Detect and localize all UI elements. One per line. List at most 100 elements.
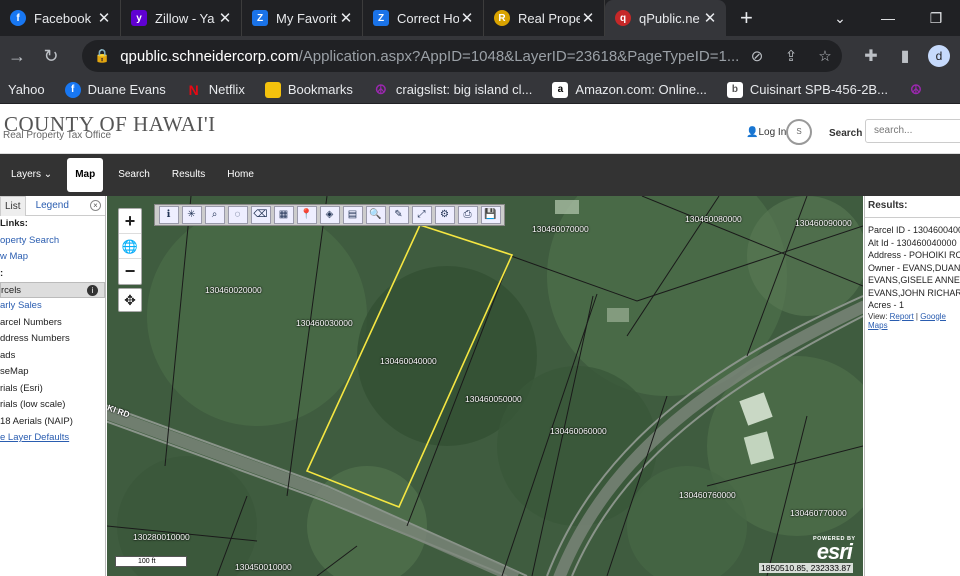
layers-icon[interactable]: ◈ — [319, 206, 340, 224]
bookmark-folder[interactable]: Bookmarks — [264, 81, 353, 98]
bookmark-amazon[interactable]: a Amazon.com: Online... — [552, 81, 707, 98]
map-view[interactable]: 130460020000 130460030000 130460040000 1… — [107, 196, 863, 576]
profile-avatar[interactable]: d — [928, 45, 950, 67]
pin-icon[interactable]: 📍 — [296, 206, 317, 224]
close-tab-icon[interactable]: ✕ — [217, 9, 233, 27]
extensions-icon[interactable]: ✚ — [854, 46, 888, 66]
close-tab-icon[interactable]: ✕ — [580, 9, 596, 27]
result-address: Address - POHOIKI ROA — [868, 250, 960, 260]
settings-icon[interactable]: ⚙ — [434, 206, 455, 224]
real-property-icon: R — [494, 10, 510, 26]
parcel-label: 130280010000 — [133, 532, 190, 542]
parcel-label: 130460050000 — [465, 394, 522, 404]
close-tab-icon[interactable]: ✕ — [338, 9, 354, 27]
bookmark-netflix[interactable]: N Netflix — [186, 82, 245, 98]
nav-home[interactable]: Home — [216, 154, 265, 196]
tab-title: Zillow - Ya — [155, 10, 215, 26]
select-icon[interactable]: ✳ — [181, 206, 202, 224]
tab-my-favorites[interactable]: Z My Favorit ✕ — [242, 0, 363, 36]
login-link[interactable]: 👤Log In — [746, 127, 786, 138]
layer-yearly-sales[interactable]: arly Sales — [0, 298, 105, 315]
grid-icon[interactable]: ▦ — [273, 206, 294, 224]
url-text[interactable]: qpublic.schneidercorp.com/Application.as… — [120, 48, 740, 65]
tab-list[interactable]: List — [0, 196, 26, 216]
buildings-icon[interactable]: ▤ — [342, 206, 363, 224]
globe-icon[interactable]: 🌐 — [119, 234, 141, 259]
nav-map[interactable]: Map — [67, 158, 104, 192]
tab-qpublic[interactable]: q qPublic.ne ✕ — [605, 0, 726, 36]
forward-icon[interactable]: → — [0, 46, 34, 67]
layer-parcel-numbers[interactable]: arcel Numbers — [0, 315, 105, 332]
layer-aerials-esri[interactable]: rials (Esri) — [0, 381, 105, 398]
tab-title: qPublic.ne — [639, 10, 700, 26]
nav-results[interactable]: Results — [161, 154, 216, 196]
map-toolbar: ℹ ✳ ⌕ ◌ ⌫ ▦ 📍 ◈ ▤ 🔍 ✎ ⤢ ⚙ ⎙ 💾 — [154, 204, 505, 226]
fullscreen-icon[interactable]: ⤢ — [411, 206, 432, 224]
amazon-icon: a — [552, 81, 569, 98]
window-controls: ⌄ — ❐ — [816, 0, 960, 36]
tab-real-property[interactable]: R Real Prope ✕ — [484, 0, 605, 36]
parcel-label: 130460060000 — [550, 426, 607, 436]
report-link[interactable]: Report — [890, 312, 914, 321]
close-panel-icon[interactable]: × — [90, 200, 101, 211]
bookmark-craigslist[interactable]: ☮ craigslist: big island cl... — [373, 82, 532, 98]
browser-tab-strip: f Facebook ✕ y Zillow - Ya ✕ Z My Favorit ✕ ZC… — [0, 0, 960, 36]
link-layer-defaults[interactable]: e Layer Defaults — [0, 430, 105, 447]
result-owner-2: EVANS,GISELE ANNETT — [868, 275, 960, 285]
zoom-in-button[interactable]: + — [119, 209, 141, 234]
bing-icon: b — [726, 81, 743, 98]
tab-title: Correct Ho — [397, 10, 459, 26]
pan-icon[interactable]: ✥ — [118, 288, 142, 312]
save-icon[interactable]: 💾 — [480, 206, 501, 224]
lasso-icon[interactable]: ◌ — [227, 206, 248, 224]
search-label: Search — [829, 128, 863, 139]
eraser-icon[interactable]: ⌫ — [250, 206, 271, 224]
eye-off-icon[interactable]: ⊘ — [740, 47, 774, 65]
tab-zillow[interactable]: y Zillow - Ya ✕ — [121, 0, 242, 36]
close-tab-icon[interactable]: ✕ — [459, 9, 475, 27]
print-icon[interactable]: ⎙ — [457, 206, 478, 224]
bookmark-yahoo[interactable]: Yahoo — [8, 82, 45, 97]
layer-parcels[interactable]: rcels i — [0, 282, 105, 298]
layer-basemap[interactable]: seMap — [0, 364, 105, 381]
tab-legend[interactable]: Legend — [26, 200, 79, 211]
search-input[interactable]: search... — [865, 119, 960, 143]
nav-layers[interactable]: Layers ⌄ — [0, 154, 63, 196]
tab-correct-ho[interactable]: Z Correct Ho ✕ — [363, 0, 484, 36]
parcel-label: 130460070000 — [532, 224, 589, 234]
restore-icon[interactable]: ❐ — [912, 10, 960, 27]
layer-roads[interactable]: ads — [0, 348, 105, 365]
bookmark-craigslist-2[interactable]: ☮ — [908, 82, 931, 98]
minimize-icon[interactable]: — — [864, 10, 912, 26]
close-tab-icon[interactable]: ✕ — [96, 9, 112, 27]
nav-search[interactable]: Search — [107, 154, 161, 196]
address-bar[interactable]: 🔒 qpublic.schneidercorp.com/Application.… — [82, 40, 842, 72]
reload-icon[interactable]: ↻ — [34, 46, 68, 67]
measure-icon[interactable]: ✎ — [388, 206, 409, 224]
parcel-label: 130460090000 — [795, 218, 852, 228]
zoom-box-icon[interactable]: ⌕ — [204, 206, 225, 224]
result-acres: Acres - 1 — [868, 300, 905, 310]
tab-search-icon[interactable]: ⌄ — [816, 10, 864, 27]
side-panel-icon[interactable]: ▮ — [888, 46, 922, 66]
new-tab-button[interactable]: + — [740, 0, 753, 36]
zoom-out-button[interactable]: − — [119, 259, 141, 284]
layer-address-numbers[interactable]: ddress Numbers — [0, 331, 105, 348]
chevron-down-icon: ⌄ — [43, 169, 53, 180]
link-property-search[interactable]: operty Search — [0, 233, 105, 250]
layer-aerials-naip[interactable]: 18 Aerials (NAIP) — [0, 414, 105, 431]
bookmark-cuisinart[interactable]: b Cuisinart SPB-456-2B... — [726, 81, 888, 98]
bookmark-duane-evans[interactable]: f Duane Evans — [64, 81, 166, 98]
share-icon[interactable]: ⇪ — [774, 47, 808, 65]
identify-icon[interactable]: ℹ — [158, 206, 179, 224]
layer-aerials-low-scale[interactable]: rials (low scale) — [0, 397, 105, 414]
tab-facebook[interactable]: f Facebook ✕ — [0, 0, 121, 36]
parcel-label: 130460030000 — [296, 318, 353, 328]
link-view-map[interactable]: w Map — [0, 249, 105, 266]
magnify-icon[interactable]: 🔍 — [365, 206, 386, 224]
star-icon[interactable]: ☆ — [808, 47, 842, 65]
close-tab-icon[interactable]: ✕ — [702, 9, 718, 27]
layers-heading: : — [0, 267, 4, 279]
info-icon[interactable]: i — [87, 285, 98, 296]
lock-icon[interactable]: 🔒 — [94, 48, 110, 64]
